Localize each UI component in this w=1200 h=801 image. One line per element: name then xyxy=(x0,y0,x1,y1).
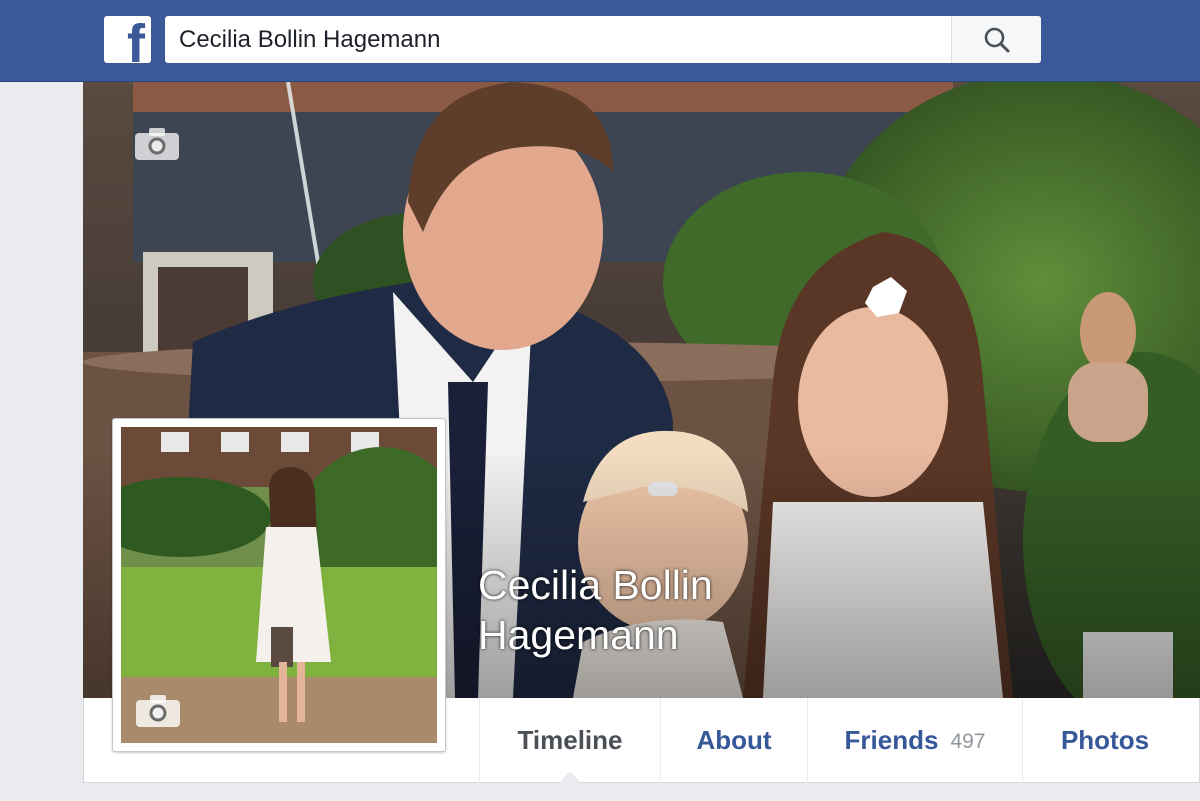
search-button[interactable] xyxy=(951,16,1041,63)
tab-label: About xyxy=(696,725,772,755)
search-icon xyxy=(984,27,1010,53)
camera-icon[interactable] xyxy=(135,128,179,160)
search-input[interactable] xyxy=(165,16,950,63)
friends-count: 497 xyxy=(950,730,986,753)
profile-name-line1: Cecilia Bollin xyxy=(478,562,713,608)
tab-label: Photos xyxy=(1060,725,1150,755)
profile-picture[interactable] xyxy=(112,418,446,752)
search-bar xyxy=(165,16,1041,63)
facebook-logo-icon[interactable]: f xyxy=(104,16,151,63)
tab-friends[interactable]: Friends 497 xyxy=(807,698,1022,783)
profile-name: Cecilia Bollin Hagemann xyxy=(478,560,898,660)
tab-about[interactable]: About xyxy=(660,698,807,783)
profile-photo-image xyxy=(121,427,437,743)
tab-photos[interactable]: Photos xyxy=(1022,698,1187,783)
active-tab-caret-icon xyxy=(558,772,582,784)
profile-name-line2: Hagemann xyxy=(478,612,679,658)
top-navigation-bar: f xyxy=(0,0,1200,82)
camera-icon[interactable] xyxy=(136,695,180,727)
tab-timeline[interactable]: Timeline xyxy=(479,698,660,784)
tab-label: Friends xyxy=(844,725,939,755)
facebook-logo-letter: f xyxy=(127,16,145,63)
tab-label: Timeline xyxy=(517,725,623,755)
